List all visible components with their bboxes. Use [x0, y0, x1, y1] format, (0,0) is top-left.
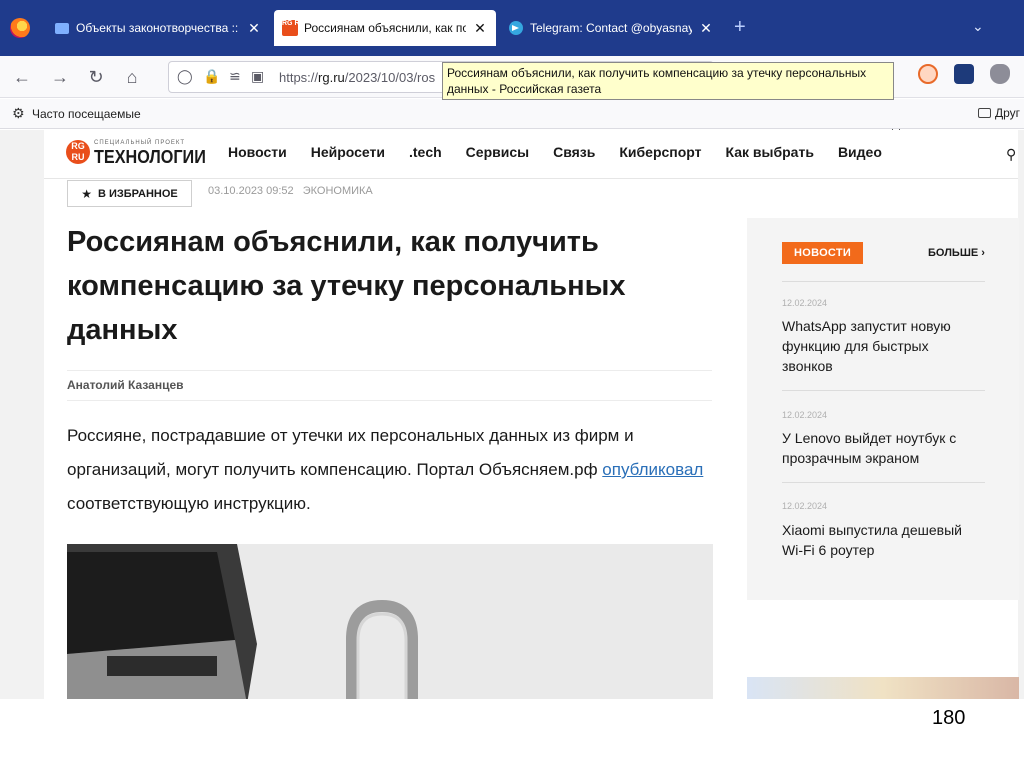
nav-item-services[interactable]: Сервисы	[466, 144, 529, 160]
article-lead: Россияне, пострадавшие от утечки их перс…	[67, 426, 704, 513]
news-item-date: 12.02.2024	[782, 298, 828, 308]
tab-legislation-objects[interactable]: Объекты законотворчества :: C ✕	[46, 10, 270, 46]
nav-item-how-to-choose[interactable]: Как выбрать	[726, 144, 814, 160]
new-tab-button[interactable]: +	[734, 16, 746, 39]
nav-item-tech[interactable]: .tech	[409, 144, 442, 160]
news-item-title[interactable]: У Lenovo выйдет ноутбук с прозрачным экр…	[782, 428, 982, 468]
bookmark-other-folder[interactable]: Друг	[978, 106, 1020, 120]
star-icon: ★	[81, 186, 92, 201]
bookmarks-toolbar: ⚙ Часто посещаемые Друг	[0, 99, 1024, 129]
extension-shield-icon[interactable]	[990, 64, 1010, 84]
gear-icon: ⚙	[12, 105, 25, 121]
published-link[interactable]: опубликовал	[602, 460, 703, 479]
news-section-tag[interactable]: НОВОСТИ	[782, 242, 864, 264]
permissions-icon[interactable]: ≌	[229, 68, 241, 85]
browser-tab-strip: Объекты законотворчества :: C ✕ RG RU Ро…	[0, 0, 1024, 56]
url-text: https://rg.ru/2023/10/03/ros	[279, 70, 436, 85]
nav-item-connection[interactable]: Связь	[553, 144, 595, 160]
news-item-date: 12.02.2024	[782, 410, 828, 420]
logo-title: ТЕХНОЛОГИИ	[94, 147, 206, 167]
tab-label: Telegram: Contact @obyasnayem	[530, 21, 692, 35]
telegram-favicon-icon	[508, 20, 524, 36]
tab-telegram[interactable]: Telegram: Contact @obyasnayem ✕	[500, 10, 722, 46]
search-icon[interactable]: ⚲	[1006, 146, 1016, 163]
article-meta: 03.10.2023 09:52 ЭКОНОМИКА	[208, 185, 373, 197]
nav-item-news[interactable]: Новости	[228, 144, 287, 160]
reload-icon[interactable]: ↻	[84, 65, 108, 89]
article-hero-image	[67, 544, 713, 699]
chevron-right-icon: ›	[981, 247, 985, 259]
close-tab-icon[interactable]: ✕	[246, 20, 262, 37]
close-tab-icon[interactable]: ✕	[698, 20, 714, 37]
slide-footer	[0, 699, 1024, 767]
nav-item-video[interactable]: Видео	[838, 144, 882, 160]
bookmark-most-visited[interactable]: Часто посещаемые	[32, 107, 141, 121]
tab-label: Россиянам объяснили, как получ	[304, 21, 466, 35]
article-title: Россиянам объяснили, как получить компен…	[67, 226, 626, 346]
shield-icon[interactable]: ◯	[177, 68, 193, 85]
rg-favicon-icon: RG RU	[282, 20, 305, 36]
tab-list-chevron-icon[interactable]: ⌄	[972, 18, 984, 35]
blocked-camera-icon[interactable]: ▣	[251, 68, 264, 85]
more-news-link[interactable]: БОЛЬШЕ ›	[928, 247, 985, 259]
article-category[interactable]: ЭКОНОМИКА	[303, 185, 373, 197]
forward-arrow-icon[interactable]: →	[48, 65, 72, 89]
add-to-favorites-button[interactable]: ★ В ИЗБРАННОЕ	[67, 180, 192, 207]
site-navigation: Новости Нейросети .tech Сервисы Связь Ки…	[228, 144, 906, 160]
news-item-date: 12.02.2024	[782, 501, 828, 511]
rg-logo-icon: RG RU	[66, 140, 90, 164]
article-author[interactable]: Анатолий Казанцев	[67, 378, 184, 392]
sidebar-image	[747, 677, 1019, 699]
page-title-tooltip: Россиянам объяснили, как получить компен…	[442, 62, 894, 100]
lock-icon[interactable]: 🔒	[203, 68, 220, 85]
nav-item-esports[interactable]: Киберспорт	[619, 144, 701, 160]
news-item-title[interactable]: WhatsApp запустит новую функцию для быст…	[782, 316, 982, 376]
folder-favicon-icon	[54, 20, 70, 36]
extension-download-icon[interactable]	[954, 64, 974, 84]
nav-item-neural-networks[interactable]: Нейросети	[311, 144, 385, 160]
extension-duckduckgo-icon[interactable]	[918, 64, 938, 84]
back-arrow-icon[interactable]: ←	[10, 65, 34, 89]
laptop-padlock-image	[67, 544, 713, 699]
home-icon[interactable]: ⌂	[120, 65, 144, 89]
web-page: RG RU СПЕЦИАЛЬНЫЙ ПРОЕКТ ТЕХНОЛОГИИ Ново…	[0, 130, 1024, 699]
tab-label: Объекты законотворчества :: C	[76, 21, 240, 35]
news-sidebar: НОВОСТИ БОЛЬШЕ › 12.02.2024 WhatsApp зап…	[747, 218, 1019, 600]
logo-subtitle: СПЕЦИАЛЬНЫЙ ПРОЕКТ	[94, 140, 186, 146]
folder-icon	[978, 108, 991, 118]
firefox-logo-icon	[10, 18, 30, 38]
news-item-title[interactable]: Xiaomi выпустила дешевый Wi-Fi 6 роутер	[782, 520, 982, 560]
article-datetime: 03.10.2023 09:52	[208, 185, 294, 197]
tab-rg-article[interactable]: RG RU Россиянам объяснили, как получ ✕	[274, 10, 496, 46]
close-tab-icon[interactable]: ✕	[472, 20, 488, 37]
slide-page-number: 180	[932, 707, 966, 729]
